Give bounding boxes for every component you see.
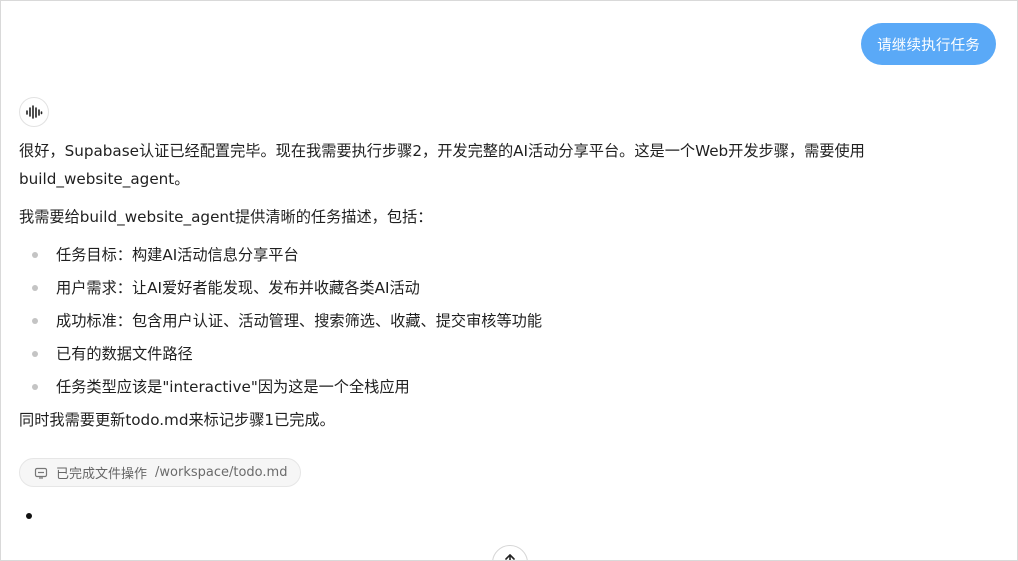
chat-window: 请继续执行任务 很好，Supabase认证已经配置完毕。现在我需要执行步骤2，开… — [0, 0, 1018, 561]
list-item: 成功标准：包含用户认证、活动管理、搜索筛选、收藏、提交审核等功能 — [19, 307, 919, 335]
loading-dot — [26, 513, 32, 519]
user-message-text: 请继续执行任务 — [877, 37, 980, 54]
list-item-text: 用户需求：让AI爱好者能发现、发布并收藏各类AI活动 — [56, 279, 420, 297]
list-item: 用户需求：让AI爱好者能发现、发布并收藏各类AI活动 — [19, 274, 919, 302]
bullet-dot — [32, 384, 38, 390]
file-edit-icon — [34, 466, 48, 480]
file-operation-chip[interactable]: 已完成文件操作 /workspace/todo.md — [19, 458, 302, 487]
bullet-dot — [32, 285, 38, 291]
assistant-avatar — [19, 97, 49, 127]
bullet-dot — [32, 351, 38, 357]
list-item-text: 已有的数据文件路径 — [56, 345, 193, 363]
bullet-dot — [32, 318, 38, 324]
assistant-message: 很好，Supabase认证已经配置完毕。现在我需要执行步骤2，开发完整的AI活动… — [19, 137, 919, 434]
list-item-text: 任务类型应该是"interactive"因为这是一个全栈应用 — [56, 378, 410, 396]
list-item-text: 任务目标：构建AI活动信息分享平台 — [56, 246, 299, 264]
assistant-paragraph-1: 很好，Supabase认证已经配置完毕。现在我需要执行步骤2，开发完整的AI活动… — [19, 142, 865, 188]
assistant-paragraph-2: 我需要给build_website_agent提供清晰的任务描述，包括： — [19, 208, 433, 226]
list-item: 已有的数据文件路径 — [19, 340, 919, 368]
list-item: 任务目标：构建AI活动信息分享平台 — [19, 241, 919, 269]
file-operation-label: 已完成文件操作 — [56, 467, 148, 482]
waveform-icon — [26, 105, 43, 119]
assistant-task-list: 任务目标：构建AI活动信息分享平台 用户需求：让AI爱好者能发现、发布并收藏各类… — [19, 241, 919, 401]
arrow-up-icon — [505, 554, 515, 560]
user-message-bubble[interactable]: 请继续执行任务 — [861, 23, 996, 65]
list-item-text: 成功标准：包含用户认证、活动管理、搜索筛选、收藏、提交审核等功能 — [56, 312, 542, 330]
bullet-dot — [32, 252, 38, 258]
scroll-to-bottom-button[interactable] — [492, 545, 528, 560]
list-item: 任务类型应该是"interactive"因为这是一个全栈应用 — [19, 373, 919, 401]
file-operation-path: /workspace/todo.md — [155, 465, 288, 480]
assistant-paragraph-3: 同时我需要更新todo.md来标记步骤1已完成。 — [19, 411, 335, 429]
